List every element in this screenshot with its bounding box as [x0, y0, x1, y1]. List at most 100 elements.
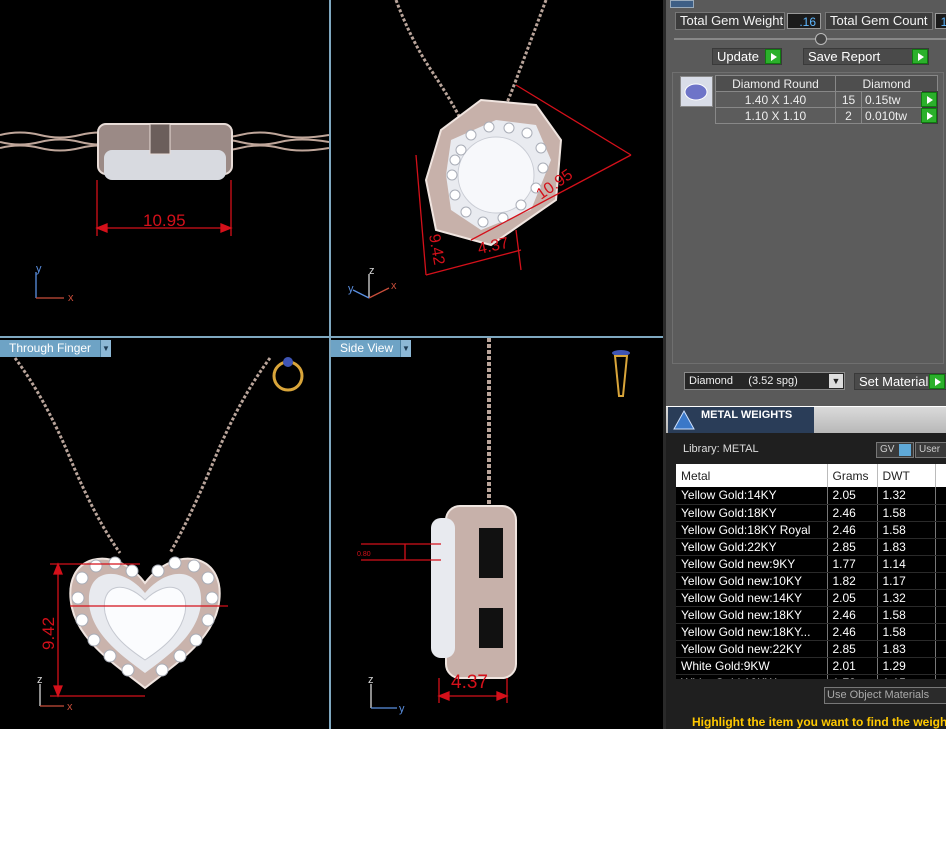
- metal-row[interactable]: Yellow Gold:18KY 2.46 1.58: [676, 504, 946, 522]
- play-icon: [912, 49, 928, 64]
- metal-cell-extra: [935, 657, 946, 675]
- gem-row[interactable]: 1.40 X 1.40 15 0.15tw: [715, 91, 938, 108]
- dimension-small-label: 0.80: [357, 551, 371, 558]
- metal-weights-title: METAL WEIGHTS: [701, 409, 793, 421]
- metal-cell-dwt: 1.83: [877, 538, 936, 556]
- view-selector-label: Through Finger: [9, 341, 92, 355]
- metal-cell-metal: White Gold:9KW: [676, 657, 828, 675]
- use-object-materials-button[interactable]: Use Object Materials: [824, 687, 946, 704]
- side-view-render: 4.37 0.80 z y: [357, 338, 630, 715]
- metal-cell-grams: 2.46: [827, 606, 878, 624]
- metal-cell-metal: Yellow Gold new:18KY: [676, 606, 828, 624]
- metal-cell-dwt: 1.17: [877, 572, 936, 590]
- metal-cell-dwt: 1.14: [877, 555, 936, 573]
- metal-cell-grams: 2.85: [827, 538, 878, 556]
- axis-x-label: x: [67, 701, 73, 713]
- gem-slider-track: [674, 38, 946, 40]
- metal-cell-grams: 2.85: [827, 640, 878, 658]
- axis-z-label: z: [37, 674, 43, 686]
- metal-col-header-dwt[interactable]: DWT: [877, 464, 936, 487]
- metal-col-header-grams[interactable]: Grams: [827, 464, 878, 487]
- metal-row[interactable]: Yellow Gold:14KY 2.05 1.32: [676, 487, 946, 505]
- viewport-perspective[interactable]: 10.95 9.42 4.37 z x y: [331, 0, 663, 336]
- metal-col-header-extra: [935, 464, 946, 487]
- metal-cell-extra: [935, 640, 946, 658]
- metal-row[interactable]: White Gold:9KW 2.01 1.29: [676, 657, 946, 675]
- top-view-render: 10.95 y x: [0, 123, 329, 304]
- ring-view-icon[interactable]: [272, 357, 304, 392]
- metal-cell-extra: [935, 606, 946, 624]
- save-report-button[interactable]: Save Report: [803, 48, 929, 65]
- metal-cell-metal: Yellow Gold:18KY: [676, 504, 828, 522]
- metal-cell-metal: Yellow Gold:18KY Royal: [676, 521, 828, 539]
- metal-table-container[interactable]: Metal Grams DWT Yellow Gold:14KY 2.05 1.32…: [676, 464, 946, 679]
- metal-cell-extra: [935, 487, 946, 505]
- metal-weights-tab[interactable]: METAL WEIGHTS: [668, 407, 814, 434]
- set-material-button[interactable]: Set Material: [854, 373, 946, 390]
- view-selector-side-view[interactable]: Side View ▼: [331, 340, 411, 357]
- metal-cell-dwt: 1.32: [877, 589, 936, 607]
- metal-cell-grams: 2.46: [827, 623, 878, 641]
- user-toggle[interactable]: User: [915, 442, 946, 458]
- gv-toggle[interactable]: GV: [876, 442, 914, 458]
- dimension-depth-label: 4.37: [451, 672, 488, 693]
- axis-z-label: z: [368, 674, 374, 686]
- metal-row[interactable]: Yellow Gold new:18KY 2.46 1.58: [676, 606, 946, 624]
- metal-table: Metal Grams DWT Yellow Gold:14KY 2.05 1.32…: [676, 464, 946, 679]
- set-material-button-label: Set Material: [859, 374, 929, 389]
- metal-row[interactable]: Yellow Gold:22KY 2.85 1.83: [676, 538, 946, 556]
- play-icon: [765, 49, 781, 64]
- gem-size: 1.40 X 1.40: [715, 91, 836, 108]
- total-gem-count-label: Total Gem Count: [825, 12, 933, 30]
- gem-col-header-shape: Diamond Round: [715, 75, 836, 92]
- chevron-down-icon[interactable]: ▼: [400, 340, 411, 357]
- gem-row-go-button[interactable]: [921, 107, 938, 124]
- gem-count: 15: [835, 91, 862, 108]
- update-button[interactable]: Update: [712, 48, 782, 65]
- metal-cell-dwt: 1.29: [877, 657, 936, 675]
- metal-cell-grams: 1.82: [827, 572, 878, 590]
- metal-cell-dwt: 1.58: [877, 521, 936, 539]
- gem-slider-handle[interactable]: [815, 33, 827, 45]
- axis-y-label: y: [348, 283, 354, 295]
- gem-row-go-button[interactable]: [921, 91, 938, 108]
- chevron-down-icon[interactable]: ▼: [100, 340, 111, 357]
- view-selector-through-finger[interactable]: Through Finger ▼: [0, 340, 111, 357]
- metal-row[interactable]: Yellow Gold new:14KY 2.05 1.32: [676, 589, 946, 607]
- play-icon: [921, 108, 937, 123]
- total-gem-count-value: 17: [935, 13, 946, 29]
- panel-tab-icon[interactable]: [670, 0, 694, 8]
- metal-cell-extra: [935, 674, 946, 679]
- viewport-divider-horizontal[interactable]: [0, 336, 663, 338]
- total-gem-weight-value: .16: [787, 13, 821, 29]
- metal-cell-metal: Yellow Gold:14KY: [676, 487, 828, 505]
- metal-row[interactable]: Yellow Gold new:22KY 2.85 1.83: [676, 640, 946, 658]
- metal-cell-metal: White Gold:10KW: [676, 674, 828, 679]
- user-label: User: [919, 444, 941, 455]
- perspective-view-render: 10.95 9.42 4.37 z x y: [348, 0, 632, 299]
- material-select[interactable]: Diamond (3.52 spg) ▼: [684, 372, 845, 390]
- play-icon: [929, 374, 945, 389]
- metal-row[interactable]: Yellow Gold new:18KY... 2.46 1.58: [676, 623, 946, 641]
- viewport-divider-vertical[interactable]: [329, 0, 331, 729]
- metal-cell-grams: 2.05: [827, 487, 878, 505]
- metal-cell-dwt: 1.32: [877, 487, 936, 505]
- metal-weights-header: METAL WEIGHTS: [666, 406, 946, 434]
- metal-row[interactable]: Yellow Gold:18KY Royal 2.46 1.58: [676, 521, 946, 539]
- diamond-thumbnail-icon[interactable]: [680, 76, 713, 107]
- metal-row[interactable]: Yellow Gold new:9KY 1.77 1.14: [676, 555, 946, 573]
- metal-col-header-metal[interactable]: Metal: [676, 464, 828, 487]
- chevron-down-icon[interactable]: ▼: [829, 374, 843, 388]
- viewport-side[interactable]: 4.37 0.80 z y Side View ▼: [331, 338, 663, 729]
- metal-row[interactable]: Yellow Gold new:10KY 1.82 1.17: [676, 572, 946, 590]
- viewport-top[interactable]: 10.95 y x: [0, 0, 329, 336]
- metal-cell-dwt: 1.15: [877, 674, 936, 679]
- metal-cell-dwt: 1.58: [877, 504, 936, 522]
- metal-row[interactable]: White Gold:10KW1.781.15: [676, 674, 946, 679]
- gem-row[interactable]: 1.10 X 1.10 2 0.010tw: [715, 107, 938, 124]
- ring-side-view-icon[interactable]: [612, 350, 630, 397]
- axis-y-label: y: [36, 263, 42, 275]
- viewport-front[interactable]: 9.42 z x Through Finger ▼: [0, 338, 329, 729]
- hint-text: Highlight the item you want to find the …: [692, 715, 946, 729]
- metal-cell-metal: Yellow Gold new:18KY...: [676, 623, 828, 641]
